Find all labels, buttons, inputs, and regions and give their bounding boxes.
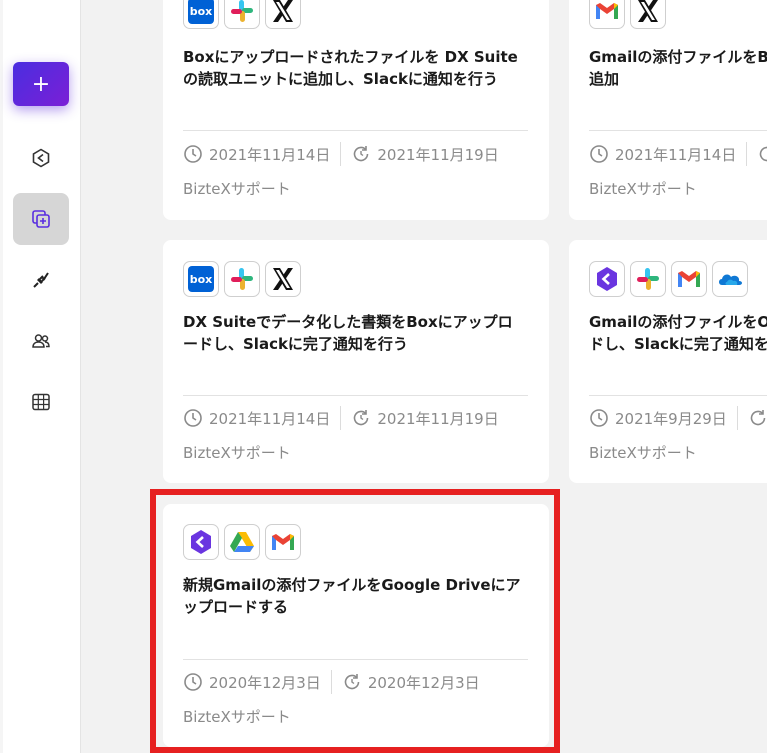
clock-icon — [590, 409, 608, 427]
x-icon — [265, 0, 301, 29]
card-divider — [183, 395, 528, 396]
sidebar-item-connections[interactable] — [13, 254, 69, 306]
created-date: 2021年11月14日 — [183, 408, 330, 429]
created-date-text: 2021年11月14日 — [209, 409, 331, 428]
slack-icon — [224, 261, 260, 297]
updated-date-text: 2021年11月19日 — [377, 409, 499, 428]
card-author: BizteXサポート — [589, 444, 697, 462]
x-icon — [630, 0, 666, 29]
card-dates: 2021年11月14日 2021年11月19日 — [183, 142, 499, 166]
template-icon — [32, 210, 50, 228]
add-button[interactable]: + — [13, 62, 69, 106]
date-separator — [340, 406, 342, 430]
refresh-icon — [354, 146, 369, 162]
template-card[interactable]: box DX Suiteでデータ化した書類をBoxにアップロ ードし、Slack… — [163, 240, 549, 483]
updated-date: 2021年11月19日 — [351, 408, 499, 429]
box-icon: box — [183, 261, 219, 297]
refresh-icon — [354, 410, 369, 426]
template-card[interactable]: box Boxにアップロードされたファイルを DX Suite の読取ユニットに… — [163, 0, 549, 220]
clock-icon — [184, 409, 202, 427]
refresh-icon — [760, 146, 767, 162]
sidebar-item-tables[interactable] — [13, 376, 69, 428]
created-date-text: 2021年9月29日 — [615, 409, 727, 428]
created-date: 2021年11月14日 — [589, 144, 736, 165]
gmail-icon — [671, 261, 707, 297]
app-icons — [589, 261, 748, 297]
sidebar-item-templates[interactable] — [13, 193, 69, 245]
card-title: Gmailの添付ファイルをB 追加 — [589, 48, 767, 88]
card-title: DX Suiteでデータ化した書類をBoxにアップロ ードし、Slackに完了通… — [183, 313, 513, 353]
card-title: Gmailの添付ファイルをO ドし、Slackに完了通知を — [589, 313, 767, 353]
app-icons: box — [183, 0, 301, 29]
clock-icon — [590, 145, 608, 163]
card-divider — [183, 130, 528, 131]
created-date-text: 2021年11月14日 — [209, 145, 331, 164]
card-divider — [589, 395, 767, 396]
card-author: BizteXサポート — [589, 180, 697, 198]
card-dates: 2021年11月14日 2021年11月19日 — [183, 406, 499, 430]
template-card[interactable]: Gmailの添付ファイルをO ドし、Slackに完了通知を 2021年9月29日… — [569, 240, 767, 483]
app-icons — [589, 0, 666, 29]
card-divider — [589, 130, 767, 131]
plug-icon — [33, 272, 49, 288]
svg-text:box: box — [190, 273, 213, 286]
card-author: BizteXサポート — [183, 444, 291, 462]
table-icon — [32, 393, 50, 411]
updated-date-text: 2021年11月19日 — [377, 145, 499, 164]
date-separator — [746, 142, 748, 166]
onedrive-icon — [712, 261, 748, 297]
clock-icon — [184, 145, 202, 163]
flow-icon — [32, 148, 50, 168]
card-title: Boxにアップロードされたファイルを DX Suite の読取ユニットに追加し、… — [183, 48, 518, 88]
card-dates: 2021年9月29日 — [589, 406, 767, 430]
sidebar-edge — [0, 0, 3, 753]
sidebar: + — [0, 0, 81, 753]
refresh-icon — [750, 410, 766, 426]
app-icons: box — [183, 261, 301, 297]
x-icon — [265, 261, 301, 297]
sidebar-item-members[interactable] — [13, 315, 69, 367]
svg-text:box: box — [190, 5, 213, 18]
updated-date — [748, 408, 767, 428]
created-date-text: 2021年11月14日 — [615, 145, 737, 164]
created-date: 2021年9月29日 — [589, 408, 727, 429]
slack-icon — [630, 261, 666, 297]
sidebar-item-flows[interactable] — [13, 132, 69, 184]
biztex-icon — [589, 261, 625, 297]
gmail-icon — [589, 0, 625, 29]
updated-date: 2021年11月19日 — [351, 144, 499, 165]
card-author: BizteXサポート — [183, 180, 291, 198]
updated-date — [757, 144, 767, 164]
users-icon — [32, 334, 50, 348]
created-date: 2021年11月14日 — [183, 144, 330, 165]
highlight-box — [150, 489, 560, 753]
card-dates: 2021年11月14日 — [589, 142, 767, 166]
box-icon: box — [183, 0, 219, 29]
date-separator — [340, 142, 342, 166]
date-separator — [736, 406, 738, 430]
template-card[interactable]: Gmailの添付ファイルをB 追加 2021年11月14日 BizteXサポート — [569, 0, 767, 220]
slack-icon — [224, 0, 260, 29]
